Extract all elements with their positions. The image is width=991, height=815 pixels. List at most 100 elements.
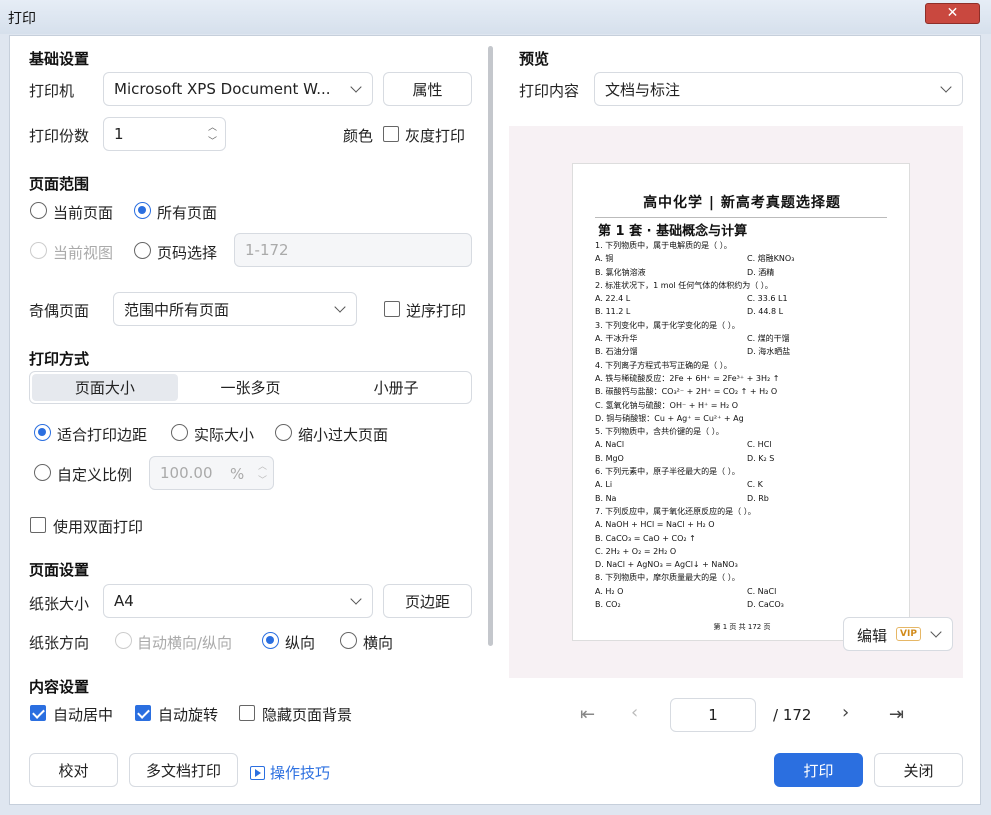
next-page-icon[interactable]: › — [842, 702, 849, 723]
printer-properties-button[interactable]: 属性 — [383, 72, 472, 106]
orient-portrait-radio[interactable] — [262, 632, 279, 649]
stepper-down-icon[interactable]: ﹀ — [208, 134, 217, 147]
document-line: 3. 下列变化中，属于化学变化的是（ ）。 — [595, 319, 895, 332]
left-scrollbar[interactable] — [488, 46, 493, 646]
range-pages-radio[interactable] — [134, 242, 151, 259]
document-line: B. CaCO₃ = CaO + CO₂ ↑ — [595, 532, 895, 545]
document-line-text: 8. 下列物质中，摩尔质量最大的是（ ）。 — [595, 573, 740, 583]
proof-button[interactable]: 校对 — [29, 753, 118, 787]
document-line-option: C. HCl — [747, 440, 772, 450]
custom-scale-input[interactable]: 100.00 % ︿ ﹀ — [149, 456, 274, 490]
document-line-text: 7. 下列反应中，属于氧化还原反应的是（ ）。 — [595, 506, 756, 516]
paper-size-select[interactable]: A4 — [103, 584, 373, 618]
print-button[interactable]: 打印 — [774, 753, 863, 787]
range-all-radio[interactable] — [134, 202, 151, 219]
grayscale-checkbox[interactable] — [383, 126, 399, 142]
reverse-print-label: 逆序打印 — [406, 302, 467, 320]
chevron-down-icon — [350, 81, 362, 93]
chevron-down-icon — [334, 301, 346, 313]
shrink-large-radio[interactable] — [275, 424, 292, 441]
tips-link[interactable]: 操作技巧 — [250, 762, 330, 783]
window-close-button[interactable]: ✕ — [925, 3, 980, 24]
orient-auto-label: 自动横向/纵向 — [137, 634, 233, 652]
reverse-print-checkbox[interactable] — [384, 301, 400, 317]
document-line: B. 碳酸钙与盐酸：CO₃²⁻ + 2H⁺ = CO₂ ↑ + H₂ O — [595, 385, 895, 398]
document-line-option: D. CaCO₃ — [747, 600, 784, 610]
stepper-up-icon[interactable]: ︿ — [258, 459, 267, 472]
range-pages-label: 页码选择 — [157, 244, 218, 262]
stepper-down-icon[interactable]: ﹀ — [258, 473, 267, 486]
edit-button[interactable]: 编辑 VIP — [843, 617, 953, 651]
document-line: 7. 下列反应中，属于氧化还原反应的是（ ）。 — [595, 505, 895, 518]
fit-margins-radio[interactable] — [34, 424, 51, 441]
hide-background-label: 隐藏页面背景 — [262, 706, 353, 724]
document-title: 高中化学 | 新高考真题选择题 — [643, 195, 841, 211]
document-line: B. 氯化钠溶液 D. 酒精 — [595, 266, 895, 279]
document-line: 1. 下列物质中，属于电解质的是（ ）。 — [595, 239, 895, 252]
custom-scale-radio[interactable] — [34, 464, 51, 481]
range-view-radio[interactable] — [30, 242, 47, 259]
actual-size-radio[interactable] — [171, 424, 188, 441]
chevron-down-icon — [930, 626, 942, 638]
document-line: B. 石油分馏 D. 海水晒盐 — [595, 345, 895, 358]
tab-multi-page[interactable]: 一张多页 — [178, 374, 324, 401]
multi-document-print-button[interactable]: 多文档打印 — [129, 753, 238, 787]
page-range-input[interactable]: 1-172 — [234, 233, 472, 267]
range-current-radio[interactable] — [30, 202, 47, 219]
copies-label: 打印份数 — [29, 127, 90, 145]
duplex-checkbox[interactable] — [30, 517, 46, 533]
custom-scale-label: 自定义比例 — [57, 466, 133, 484]
orient-landscape-radio[interactable] — [340, 632, 357, 649]
document-line-option: D. 海水晒盐 — [747, 347, 791, 357]
document-line-option: C. NaCl — [747, 586, 777, 596]
document-line: 5. 下列物质中，含共价键的是（ ）。 — [595, 425, 895, 438]
document-line-text: 6. 下列元素中，原子半径最大的是（ ）。 — [595, 467, 740, 477]
print-mode-title: 打印方式 — [29, 350, 90, 368]
document-line-text: 5. 下列物质中，含共价键的是（ ）。 — [595, 427, 724, 437]
document-line: B. 11.2 L D. 44.8 L — [595, 305, 895, 318]
printer-select[interactable]: Microsoft XPS Document W... — [103, 72, 373, 106]
paper-size-value: A4 — [114, 592, 134, 610]
basic-settings-title: 基础设置 — [29, 50, 90, 68]
document-line-text: B. 石油分馏 — [595, 347, 638, 357]
copies-stepper[interactable]: 1 ︿ ﹀ — [103, 117, 226, 151]
stepper-up-icon[interactable]: ︿ — [208, 120, 217, 133]
odd-even-label: 奇偶页面 — [29, 302, 90, 320]
margins-button[interactable]: 页边距 — [383, 584, 472, 618]
document-line: A. NaCl C. HCl — [595, 438, 895, 451]
document-body: 1. 下列物质中，属于电解质的是（ ）。 A. 铜 C. 熔融KNO₃ B. 氯化钠溶… — [595, 239, 895, 611]
print-content-select[interactable]: 文档与标注 — [594, 72, 963, 106]
tab-page-size[interactable]: 页面大小 — [32, 374, 178, 401]
preview-page: 高中化学 | 新高考真题选择题 第 1 套 · 基础概念与计算 1. 下列物质中… — [572, 163, 910, 641]
document-line: A. NaOH + HCl = NaCl + H₂ O — [595, 518, 895, 531]
tab-booklet[interactable]: 小册子 — [323, 374, 469, 401]
document-line-text: B. Na — [595, 493, 617, 503]
document-line-text: B. 氯化钠溶液 — [595, 267, 646, 277]
document-line-text: B. 11.2 L — [595, 307, 631, 317]
document-line: A. H₂ O C. NaCl — [595, 585, 895, 598]
chevron-down-icon — [350, 593, 362, 605]
prev-page-icon[interactable]: ‹ — [631, 702, 638, 723]
document-line: D. NaCl + AgNO₃ = AgCl↓ + NaNO₃ — [595, 558, 895, 571]
last-page-icon[interactable]: ⇥ — [889, 704, 904, 725]
auto-rotate-checkbox[interactable] — [135, 705, 151, 721]
document-line-text: A. H₂ O — [595, 586, 624, 596]
page-number-input[interactable]: 1 — [670, 698, 756, 732]
document-line-text: A. NaOH + HCl = NaCl + H₂ O — [595, 520, 715, 530]
orient-auto-radio[interactable] — [115, 632, 132, 649]
close-button[interactable]: 关闭 — [874, 753, 963, 787]
hide-background-checkbox[interactable] — [239, 705, 255, 721]
document-line: A. 铁与稀硫酸反应：2Fe + 6H⁺ = 2Fe³⁺ + 3H₂ ↑ — [595, 372, 895, 385]
actual-size-label: 实际大小 — [194, 426, 255, 444]
fit-margins-label: 适合打印边距 — [57, 426, 148, 444]
document-line-text: B. 碳酸钙与盐酸：CO₃²⁻ + 2H⁺ = CO₂ ↑ + H₂ O — [595, 387, 778, 397]
document-line-text: 3. 下列变化中，属于化学变化的是（ ）。 — [595, 320, 740, 330]
odd-even-select[interactable]: 范围中所有页面 — [113, 292, 357, 326]
document-line-text: B. CO₂ — [595, 600, 621, 610]
content-settings-title: 内容设置 — [29, 678, 90, 696]
document-line: 6. 下列元素中，原子半径最大的是（ ）。 — [595, 465, 895, 478]
document-line-text: 1. 下列物质中，属于电解质的是（ ）。 — [595, 241, 732, 250]
auto-center-checkbox[interactable] — [30, 705, 46, 721]
edit-label: 编辑 — [857, 627, 888, 645]
first-page-icon[interactable]: ⇤ — [580, 704, 595, 725]
